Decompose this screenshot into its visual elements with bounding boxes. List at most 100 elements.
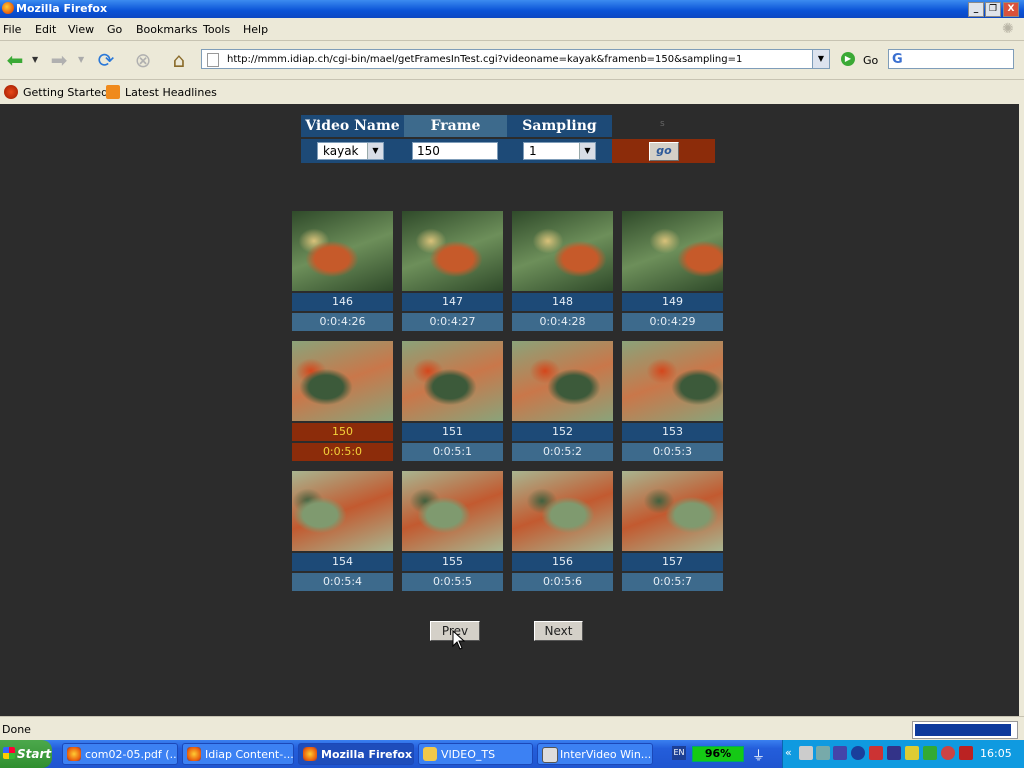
chevron-down-icon: ▼ — [579, 143, 595, 159]
frame-number: 149 — [622, 293, 723, 311]
menu-view[interactable]: View — [68, 23, 94, 36]
frame-cell[interactable]: 148 0:0:4:28 — [512, 211, 613, 331]
menu-tools[interactable]: Tools — [203, 23, 230, 36]
back-icon[interactable]: ⬅ — [2, 47, 28, 73]
frame-timestamp: 0:0:5:4 — [292, 573, 393, 591]
close-button[interactable]: X — [1003, 2, 1019, 17]
go-arrow-icon: ▶ — [841, 52, 855, 66]
reload-icon[interactable]: ⟳ — [93, 47, 119, 73]
url-dropdown-icon[interactable]: ▼ — [812, 50, 829, 68]
bookmark-latest-headlines[interactable]: Latest Headlines — [125, 86, 217, 99]
chevron-down-icon: ▼ — [367, 143, 383, 159]
forward-dropdown-icon[interactable]: ▼ — [78, 55, 84, 64]
sampling-select[interactable]: 1 ▼ — [523, 142, 596, 160]
task-firefox[interactable]: Mozilla Firefox — [298, 743, 414, 765]
frame-thumbnail[interactable] — [402, 471, 503, 551]
task-label: VIDEO_TS — [441, 748, 496, 761]
frame-thumbnail[interactable] — [402, 341, 503, 421]
frame-number: 157 — [622, 553, 723, 571]
frame-cell[interactable]: 147 0:0:4:27 — [402, 211, 503, 331]
frame-timestamp: 0:0:5:1 — [402, 443, 503, 461]
frame-timestamp: 0:0:4:28 — [512, 313, 613, 331]
frame-number: 146 — [292, 293, 393, 311]
google-icon: G — [892, 52, 903, 67]
shield-icon[interactable] — [887, 746, 901, 760]
frame-cell[interactable]: 157 0:0:5:7 — [622, 471, 723, 591]
bluetooth-icon[interactable] — [851, 746, 865, 760]
menu-go[interactable]: Go — [107, 23, 122, 36]
task-intervideo[interactable]: InterVideo Win... — [537, 743, 653, 765]
task-idiap[interactable]: Idiap Content-... — [182, 743, 294, 765]
video-name-select[interactable]: kayak ▼ — [317, 142, 384, 160]
home-icon[interactable]: ⌂ — [166, 47, 192, 73]
clock: 16:05 — [980, 747, 1012, 760]
language-indicator[interactable]: EN — [672, 746, 686, 760]
antivirus-icon[interactable] — [941, 746, 955, 760]
scrollbar[interactable] — [1019, 104, 1024, 716]
frame-thumbnail[interactable] — [292, 211, 393, 291]
maximize-button[interactable]: ❐ — [985, 2, 1001, 17]
frame-cell[interactable]: 149 0:0:4:29 — [622, 211, 723, 331]
tray-app-icon[interactable] — [959, 746, 973, 760]
back-dropdown-icon[interactable]: ▼ — [32, 55, 38, 64]
bookmarks-bar: Getting Started Latest Headlines — [0, 80, 1024, 104]
frame-thumbnail[interactable] — [622, 211, 723, 291]
sampling-value: 1 — [529, 144, 537, 158]
tray-app-icon[interactable] — [923, 746, 937, 760]
frame-thumbnail[interactable] — [622, 341, 723, 421]
next-button[interactable]: Next — [534, 621, 583, 641]
menu-file[interactable]: File — [3, 23, 21, 36]
forward-icon[interactable]: ➡ — [46, 47, 72, 73]
frame-cell[interactable]: 156 0:0:5:6 — [512, 471, 613, 591]
frame-cell[interactable]: 150 0:0:5:0 — [292, 341, 393, 461]
tray-app-icon[interactable] — [833, 746, 847, 760]
frame-number: 156 — [512, 553, 613, 571]
task-pdf[interactable]: com02-05.pdf (... — [62, 743, 178, 765]
tray-app-icon[interactable] — [905, 746, 919, 760]
frame-number: 151 — [402, 423, 503, 441]
frame-timestamp: 0:0:5:6 — [512, 573, 613, 591]
stop-icon[interactable]: ⊗ — [130, 47, 156, 73]
progress-bar — [912, 721, 1018, 739]
frame-thumbnail[interactable] — [622, 471, 723, 551]
frame-number: 147 — [402, 293, 503, 311]
frame-cell[interactable]: 154 0:0:5:4 — [292, 471, 393, 591]
security-icon[interactable] — [869, 746, 883, 760]
minimize-button[interactable]: _ — [968, 2, 984, 17]
frame-thumbnail[interactable] — [512, 471, 613, 551]
frame-timestamp: 0:0:5:5 — [402, 573, 503, 591]
frame-cell[interactable]: 155 0:0:5:5 — [402, 471, 503, 591]
frame-thumbnail[interactable] — [512, 341, 613, 421]
frame-thumbnail[interactable] — [292, 341, 393, 421]
frame-number: 148 — [512, 293, 613, 311]
frame-input[interactable]: 150 — [412, 142, 498, 160]
frame-cell[interactable]: 153 0:0:5:3 — [622, 341, 723, 461]
url-bar[interactable]: http://mmm.idiap.ch/cgi-bin/mael/getFram… — [201, 49, 830, 69]
menu-bookmarks[interactable]: Bookmarks — [136, 23, 197, 36]
network-icon[interactable] — [799, 746, 813, 760]
frame-timestamp: 0:0:5:0 — [292, 443, 393, 461]
frame-thumbnail[interactable] — [402, 211, 503, 291]
frame-timestamp: 0:0:5:7 — [622, 573, 723, 591]
frame-thumbnail[interactable] — [512, 211, 613, 291]
go-submit-button[interactable]: go — [649, 142, 679, 161]
frame-cell[interactable]: 152 0:0:5:2 — [512, 341, 613, 461]
frame-thumbnail[interactable] — [292, 471, 393, 551]
url-text: http://mmm.idiap.ch/cgi-bin/mael/getFram… — [227, 54, 743, 65]
task-label: Mozilla Firefox — [321, 748, 413, 761]
frame-number: 155 — [402, 553, 503, 571]
task-video-ts[interactable]: VIDEO_TS — [418, 743, 533, 765]
firefox-icon — [2, 2, 14, 14]
search-input[interactable]: G — [888, 49, 1014, 69]
tray-expand-icon[interactable]: « — [785, 746, 792, 759]
menu-edit[interactable]: Edit — [35, 23, 56, 36]
battery-indicator[interactable]: 96% — [692, 746, 744, 762]
start-button[interactable]: Start — [0, 740, 52, 768]
frame-cell[interactable]: 146 0:0:4:26 — [292, 211, 393, 331]
firefox-icon — [67, 747, 81, 761]
bookmark-getting-started[interactable]: Getting Started — [23, 86, 108, 99]
frame-cell[interactable]: 151 0:0:5:1 — [402, 341, 503, 461]
page-icon — [207, 53, 219, 67]
menu-help[interactable]: Help — [243, 23, 268, 36]
display-icon[interactable] — [816, 746, 830, 760]
